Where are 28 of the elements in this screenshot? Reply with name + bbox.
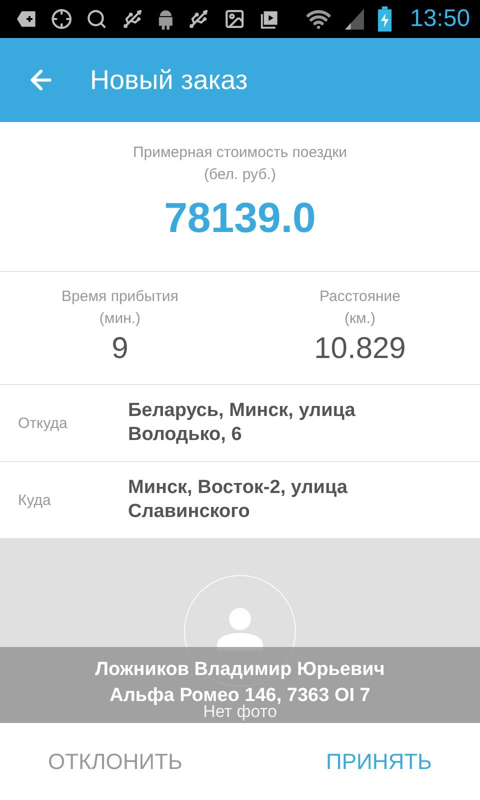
notification-icon xyxy=(16,9,38,29)
route-address: Минск, Восток-2, улица Славинского xyxy=(128,476,348,524)
signal-icon xyxy=(345,8,364,30)
video-icon xyxy=(258,9,278,29)
accept-button[interactable]: ПРИНЯТЬ xyxy=(310,740,448,782)
cost-label: Примерная стоимость поездки xyxy=(132,143,348,163)
usb-icon xyxy=(188,8,210,30)
decline-button[interactable]: ОТКЛОНИТЬ xyxy=(32,740,198,782)
stat-unit: (мин.) xyxy=(99,309,141,329)
cost-unit: (бел. руб.) xyxy=(204,165,276,185)
location-icon xyxy=(51,8,72,30)
screen-title: Новый заказ xyxy=(90,64,248,96)
stat-unit: (км.) xyxy=(344,309,376,329)
stat-value: 10.829 xyxy=(314,332,406,366)
stat-value: 9 xyxy=(112,332,128,366)
clock-time: 13:50 xyxy=(410,5,470,33)
route-label: Откуда xyxy=(18,414,68,432)
usb-icon xyxy=(122,8,143,30)
robot-icon xyxy=(156,8,174,30)
cost-value: 78139.0 xyxy=(164,194,316,242)
image-icon xyxy=(224,8,245,30)
driver-name: Ложников Владимир Юрьевич xyxy=(95,658,385,682)
search-icon xyxy=(86,8,108,30)
route-address: Беларусь, Минск, улица Володько, 6 xyxy=(128,399,356,447)
stat-label: Время прибытия xyxy=(62,287,178,307)
battery-icon xyxy=(378,6,392,32)
stat-label: Расстояние xyxy=(319,287,401,307)
route-label: Куда xyxy=(18,492,52,508)
